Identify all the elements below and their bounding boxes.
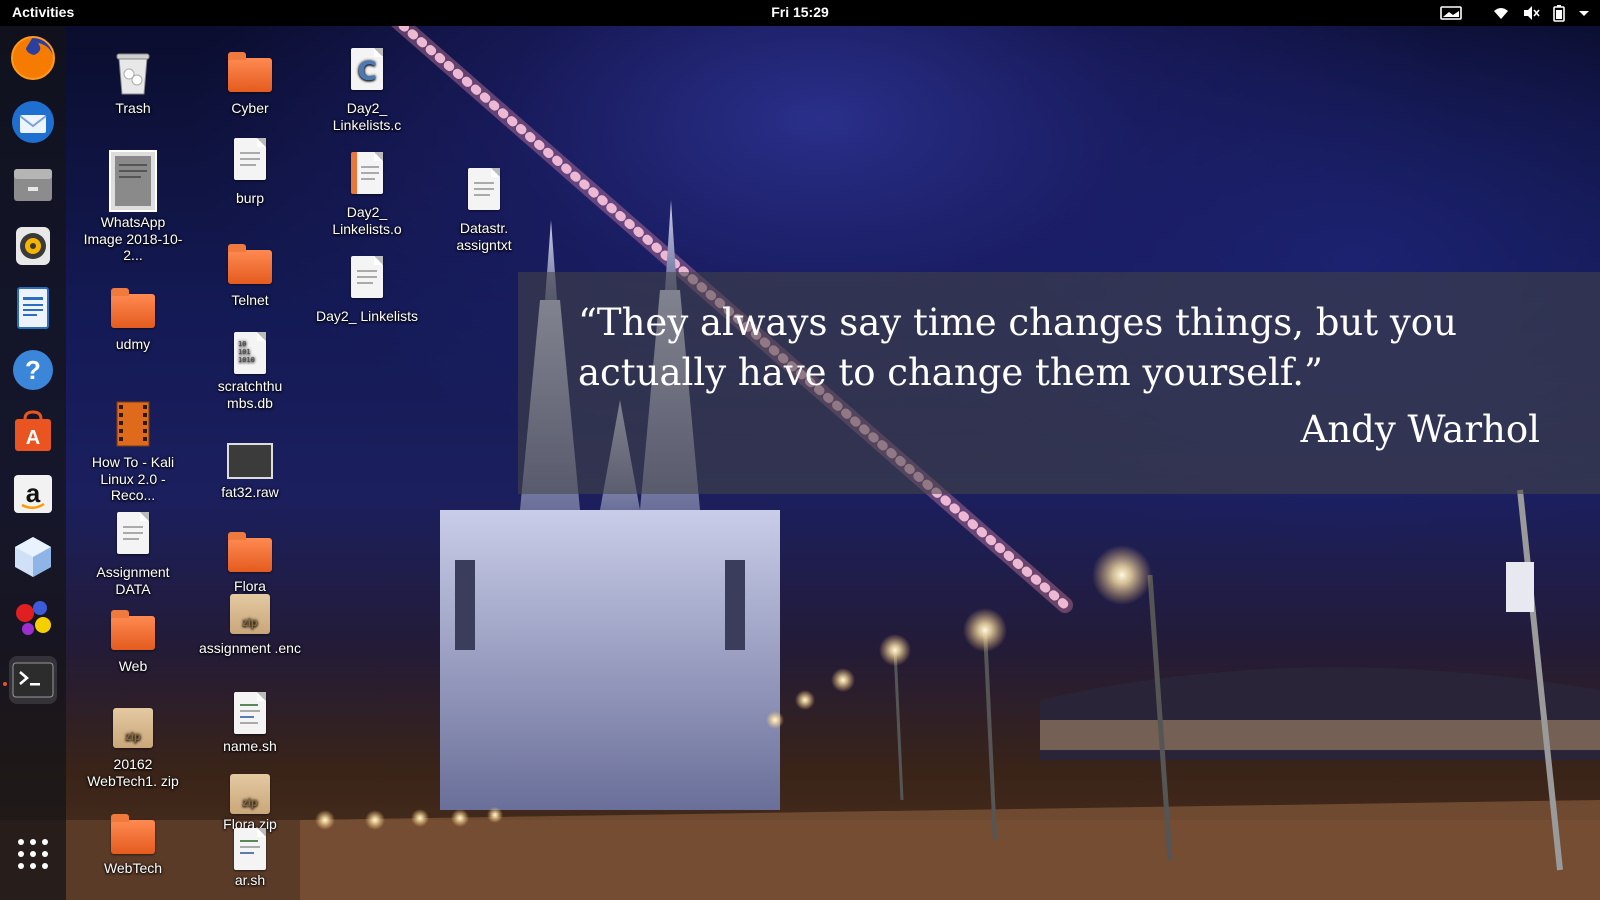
desktop-icon-label: Day2_ Linkelists: [316, 308, 418, 324]
wifi-icon[interactable]: [1492, 4, 1510, 22]
desktop-icon-assignment-data[interactable]: Assignment DATA: [81, 510, 185, 597]
folder-icon: [226, 238, 274, 290]
folder-icon: [226, 530, 274, 576]
trash-icon: [109, 46, 157, 98]
menu-arrow-icon[interactable]: [1578, 4, 1590, 22]
script-file-icon: [226, 826, 274, 870]
raw-image-icon: [226, 442, 274, 482]
desktop-icon-whatsapp-image[interactable]: WhatsApp Image 2018-10-2...: [81, 150, 185, 264]
software-center-icon[interactable]: A: [9, 408, 57, 456]
desktop-icon-label: scratchthu mbs.db: [217, 378, 283, 411]
svg-text:C: C: [357, 57, 376, 87]
battery-icon[interactable]: [1552, 4, 1566, 22]
virtualbox-icon[interactable]: [9, 532, 57, 580]
parking-sign: [1506, 562, 1534, 612]
desktop-icon-label: ar.sh: [234, 872, 266, 888]
dock: ? A a: [0, 26, 66, 900]
document-icon: [109, 510, 157, 562]
svg-text:A: A: [26, 427, 40, 449]
svg-text:10: 10: [238, 340, 246, 348]
desktop-icon-name-sh[interactable]: name.sh: [198, 690, 302, 755]
system-tray[interactable]: [1440, 3, 1590, 23]
rhythmbox-icon[interactable]: [9, 222, 57, 270]
terminal-running-indicator: [3, 682, 7, 686]
desktop-icon-telnet[interactable]: Telnet: [198, 238, 302, 309]
document-icon: [460, 166, 508, 218]
wallpaper-quote-text: “They always say time changes things, bu…: [578, 301, 1457, 394]
binary-file-icon: 10 101 1010: [226, 330, 274, 376]
script-file-icon: [226, 690, 274, 736]
desktop-icon-label: fat32.raw: [221, 484, 279, 500]
document-icon: [226, 136, 274, 188]
desktop-icon-label: Datastr. assigntxt: [456, 220, 512, 253]
desktop-icon-label: Telnet: [231, 292, 269, 308]
desktop-icon-flora-zip[interactable]: zip Flora.zip: [198, 774, 302, 833]
desktop-icon-trash[interactable]: Trash: [81, 46, 185, 117]
libreoffice-writer-icon[interactable]: [9, 284, 57, 332]
folder-icon: [226, 46, 274, 98]
desktop-icon-kali-video[interactable]: How To - Kali Linux 2.0 - Reco...: [81, 400, 185, 504]
help-icon[interactable]: ?: [9, 346, 57, 394]
video-file-icon: [109, 400, 157, 452]
svg-text:a: a: [26, 478, 41, 508]
wallpaper-quote-author: Andy Warhol: [1300, 408, 1540, 451]
show-apps-icon[interactable]: [9, 830, 57, 878]
desktop-icon-label: Trash: [115, 100, 151, 116]
desktop-icon-scratchthumbs-db[interactable]: 10 101 1010 scratchthu mbs.db: [198, 330, 302, 411]
desktop-icon-label: How To - Kali Linux 2.0 - Reco...: [91, 454, 175, 503]
object-file-icon: [343, 150, 391, 202]
zip-archive-icon: zip: [226, 594, 274, 638]
desktop-icon-label: Assignment DATA: [96, 564, 170, 597]
svg-text:1010: 1010: [238, 356, 255, 364]
svg-text:?: ?: [25, 355, 41, 385]
desktop-icon-day2-linkelists-c[interactable]: C Day2_ Linkelists.c: [315, 46, 419, 133]
desktop-icon-label: 20162 WebTech1. zip: [87, 756, 179, 789]
document-icon: [343, 254, 391, 306]
desktop-icon-label: udmy: [115, 336, 151, 352]
svg-text:101: 101: [238, 348, 251, 356]
desktop-icon-flora[interactable]: Flora: [198, 530, 302, 595]
top-bar: Activities Fri 15:29: [0, 0, 1600, 26]
clock[interactable]: Fri 15:29: [0, 4, 1600, 20]
amazon-icon[interactable]: a: [9, 470, 57, 518]
desktop-icon-label: WhatsApp Image 2018-10-2...: [83, 214, 183, 263]
wallpaper-quote-panel: “They always say time changes things, bu…: [518, 272, 1600, 494]
thunderbird-icon[interactable]: [9, 98, 57, 146]
desktop-icon-label: assignment .enc: [199, 640, 301, 656]
desktop-icon-webtech[interactable]: WebTech: [81, 812, 185, 877]
desktop-icon-datastr-assigntxt[interactable]: Datastr. assigntxt: [432, 166, 536, 253]
desktop-icon-ar-sh[interactable]: ar.sh: [198, 826, 302, 889]
firefox-icon[interactable]: [9, 34, 57, 82]
c-source-file-icon: C: [343, 46, 391, 98]
desktop-icon-label: Day2_ Linkelists.c: [332, 100, 402, 133]
desktop-icon-fat32-raw[interactable]: fat32.raw: [198, 442, 302, 501]
circles-app-icon[interactable]: [9, 594, 57, 642]
desktop-icon-cyber[interactable]: Cyber: [198, 46, 302, 117]
zip-archive-icon: zip: [109, 708, 157, 754]
zip-archive-icon: zip: [226, 774, 274, 814]
desktop-icon-assignment-enc[interactable]: zip assignment .enc: [198, 594, 302, 657]
desktop-icon-label: WebTech: [103, 860, 163, 876]
desktop-icon-label: Cyber: [231, 100, 269, 116]
desktop-icon-web[interactable]: Web: [81, 604, 185, 675]
desktop-icon-day2-linkelists-o[interactable]: Day2_ Linkelists.o: [315, 150, 419, 237]
desktop-icon-label: Flora: [234, 578, 266, 594]
desktop-icon-label: Web: [118, 658, 148, 674]
desktop-icon-webtech-zip[interactable]: zip 20162 WebTech1. zip: [81, 708, 185, 789]
desktop-icon-label: name.sh: [223, 738, 277, 754]
files-icon[interactable]: [9, 160, 57, 208]
desktop-icon-udmy[interactable]: udmy: [81, 282, 185, 353]
desktop-icon-burp[interactable]: burp: [198, 136, 302, 207]
desktop-icon-label: burp: [235, 190, 265, 206]
image-thumbnail-icon: [109, 150, 157, 212]
terminal-icon[interactable]: [9, 656, 57, 704]
desktop-icon-label: Day2_ Linkelists.o: [332, 204, 402, 237]
folder-icon: [109, 812, 157, 858]
folder-icon: [109, 282, 157, 334]
volume-muted-icon[interactable]: [1522, 4, 1540, 22]
screen-icon[interactable]: [1440, 4, 1462, 22]
desktop-icon-day2-linkelists[interactable]: Day2_ Linkelists: [315, 254, 419, 325]
folder-icon: [109, 604, 157, 656]
